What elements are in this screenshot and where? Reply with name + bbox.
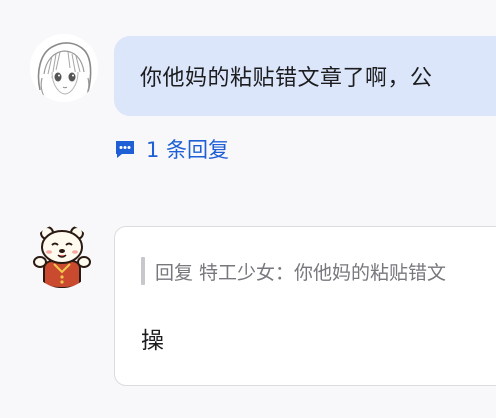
quote-text: 回复 特工少女：你他妈的粘贴错文 (155, 261, 447, 284)
bear-avatar-icon[interactable] (30, 224, 94, 288)
comment-bubble-icon (114, 138, 136, 160)
view-replies-link[interactable]: 1 条回复 (114, 134, 229, 164)
message-text: 你他妈的粘贴错文章了啊，公 (140, 66, 433, 91)
reply-message-card[interactable]: 回复 特工少女：你他妈的粘贴错文 操 (114, 226, 496, 386)
anime-girl-avatar-icon[interactable] (30, 34, 98, 102)
reply-count-label: 1 条回复 (146, 138, 230, 162)
quote-bar (141, 257, 145, 285)
quoted-reply: 回复 特工少女：你他妈的粘贴错文 (141, 257, 446, 285)
message-bubble[interactable]: 你他妈的粘贴错文章了啊，公 (114, 36, 496, 116)
comment-thread: 你他妈的粘贴错文章了啊，公 1 条回复 回复 特工少女：你他妈的粘贴错文 操 (0, 0, 496, 418)
reply-text: 操 (141, 328, 164, 354)
